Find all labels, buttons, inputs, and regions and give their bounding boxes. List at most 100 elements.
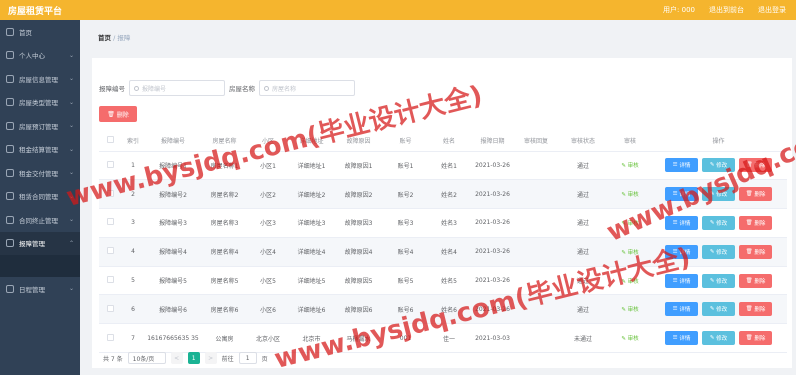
- sidebar-subitem-fault-report[interactable]: [0, 255, 80, 277]
- row-select-cell[interactable]: [99, 237, 121, 267]
- logout-link[interactable]: 退出登录: [758, 5, 786, 15]
- sidebar-item-booking[interactable]: 房屋预订管理 ⌄: [0, 114, 80, 138]
- edit-label: 修改: [716, 192, 728, 199]
- row-select-cell[interactable]: [99, 208, 121, 238]
- select-all-checkbox[interactable]: [106, 136, 114, 144]
- batch-delete-label: 删除: [116, 111, 129, 119]
- row-checkbox[interactable]: [106, 247, 114, 255]
- row-checkbox[interactable]: [106, 160, 114, 168]
- delete-icon: 🗑: [745, 162, 755, 169]
- edit-button[interactable]: ✎ 修改: [702, 187, 735, 202]
- delete-label: 删除: [754, 220, 766, 227]
- goto-label: 前往: [221, 355, 234, 363]
- row-checkbox[interactable]: [106, 333, 114, 341]
- row-checkbox[interactable]: [106, 189, 114, 197]
- detail-button[interactable]: ☰ 详情: [665, 273, 698, 288]
- delete-button[interactable]: 🗑 删除: [739, 215, 772, 230]
- cell-date: 2021-03-26: [469, 179, 516, 210]
- select-all-header[interactable]: [99, 131, 121, 152]
- row-checkbox[interactable]: [106, 218, 114, 226]
- search-name-input[interactable]: 房屋名称: [259, 80, 355, 96]
- cell-account: 账号4: [382, 237, 429, 267]
- delete-button[interactable]: 🗑 删除: [739, 273, 772, 288]
- audit-cell: ✎ 审核: [610, 151, 650, 181]
- home-link[interactable]: 退出到前台: [709, 5, 744, 15]
- actions-cell: ☰ 详情 ✎ 修改 🗑 删除: [650, 151, 787, 181]
- edit-button[interactable]: ✎ 修改: [702, 302, 735, 317]
- detail-button[interactable]: ☰ 详情: [665, 187, 698, 202]
- cell-name: 公寓房: [201, 323, 248, 354]
- row-select-cell[interactable]: [99, 179, 121, 210]
- edit-button[interactable]: ✎ 修改: [702, 158, 735, 173]
- audit-link[interactable]: ✎ 审核: [621, 163, 638, 169]
- audit-link[interactable]: ✎ 审核: [621, 279, 638, 285]
- row-select-cell[interactable]: [99, 151, 121, 181]
- clock-icon: [6, 284, 14, 293]
- detail-button[interactable]: ☰ 详情: [665, 244, 698, 259]
- sidebar-item-profile[interactable]: 个人中心 ⌄: [0, 44, 80, 68]
- sidebar-item-schedule[interactable]: 日程管理 ⌄: [0, 277, 80, 301]
- sidebar-item-fault-report[interactable]: 报障管理 ⌃: [0, 231, 80, 255]
- audit-link[interactable]: ✎ 审核: [621, 250, 638, 256]
- next-page-button[interactable]: >: [204, 352, 217, 364]
- cell-date: 2021-03-26: [469, 151, 516, 181]
- sidebar-item-contract-end[interactable]: 合同终止管理 ⌄: [0, 208, 80, 232]
- goto-page-input[interactable]: 1: [238, 352, 257, 364]
- cell-name: 房屋名称5: [201, 266, 248, 296]
- delete-label: 删除: [754, 249, 766, 256]
- detail-icon: ☰: [672, 335, 680, 342]
- cell-community: 小区4: [248, 237, 288, 267]
- audit-link[interactable]: ✎ 审核: [621, 192, 638, 198]
- audit-link[interactable]: ✎ 审核: [621, 307, 638, 313]
- edit-button[interactable]: ✎ 修改: [702, 331, 735, 346]
- search-name-placeholder: 房屋名称: [272, 85, 297, 93]
- detail-label: 详情: [679, 307, 691, 314]
- actions-cell: ☰ 详情 ✎ 修改 🗑 删除: [650, 237, 787, 267]
- cell-index: 7: [121, 323, 145, 354]
- cell-date: 2021-03-26: [469, 266, 516, 296]
- sidebar-item-house-info[interactable]: 房屋信息管理 ⌄: [0, 67, 80, 91]
- sidebar-item-rent-settlement[interactable]: 租金结算管理 ⌄: [0, 138, 80, 162]
- breadcrumb-home[interactable]: 首页: [98, 34, 111, 42]
- edit-button[interactable]: ✎ 修改: [702, 215, 735, 230]
- detail-button[interactable]: ☰ 详情: [665, 158, 698, 173]
- audit-label: 审核: [627, 163, 639, 170]
- search-name-label: 房屋名称: [229, 85, 255, 93]
- search-code-input[interactable]: 报障编号: [129, 80, 225, 96]
- cell-account: 账号2: [382, 179, 429, 210]
- prev-page-button[interactable]: <: [170, 352, 183, 364]
- row-checkbox[interactable]: [106, 304, 114, 312]
- delete-button[interactable]: 🗑 删除: [739, 244, 772, 259]
- sidebar-item-home[interactable]: 首页: [0, 20, 80, 44]
- sidebar-item-contract[interactable]: 租赁合同管理 ⌄: [0, 185, 80, 209]
- row-checkbox[interactable]: [106, 276, 114, 284]
- delete-button[interactable]: 🗑 删除: [739, 302, 772, 317]
- cell-address: 详细地址5: [288, 266, 335, 296]
- batch-delete-button[interactable]: 🗑 删除: [99, 106, 137, 122]
- delete-button[interactable]: 🗑 删除: [739, 158, 772, 173]
- row-select-cell[interactable]: [99, 294, 121, 325]
- delete-button[interactable]: 🗑 删除: [739, 331, 772, 346]
- cell-account: 001: [382, 323, 429, 354]
- detail-button[interactable]: ☰ 详情: [665, 331, 698, 346]
- audit-link[interactable]: ✎ 审核: [621, 221, 638, 227]
- edit-button[interactable]: ✎ 修改: [702, 273, 735, 288]
- detail-button[interactable]: ☰ 详情: [665, 302, 698, 317]
- page-size-select[interactable]: 10条/页: [127, 352, 166, 364]
- chevron-down-icon: ⌄: [68, 145, 74, 153]
- actions-cell: ☰ 详情 ✎ 修改 🗑 删除: [650, 179, 787, 210]
- chevron-down-icon: ⌄: [68, 122, 74, 130]
- cell-name: 房屋名称1: [201, 151, 248, 181]
- audit-link[interactable]: ✎ 审核: [621, 336, 638, 342]
- edit-button[interactable]: ✎ 修改: [702, 244, 735, 259]
- row-select-cell[interactable]: [99, 323, 121, 354]
- detail-button[interactable]: ☰ 详情: [665, 215, 698, 230]
- sidebar-item-rent-payment[interactable]: 租金交付管理 ⌄: [0, 161, 80, 185]
- audit-cell: ✎ 审核: [610, 294, 650, 325]
- actions-cell: ☰ 详情 ✎ 修改 🗑 删除: [650, 323, 787, 354]
- page-number-button[interactable]: 1: [187, 352, 200, 364]
- sidebar-item-house-type[interactable]: 房屋类型管理 ⌄: [0, 91, 80, 115]
- delete-button[interactable]: 🗑 删除: [739, 187, 772, 202]
- chevron-down-icon: ⌄: [68, 98, 74, 106]
- row-select-cell[interactable]: [99, 266, 121, 296]
